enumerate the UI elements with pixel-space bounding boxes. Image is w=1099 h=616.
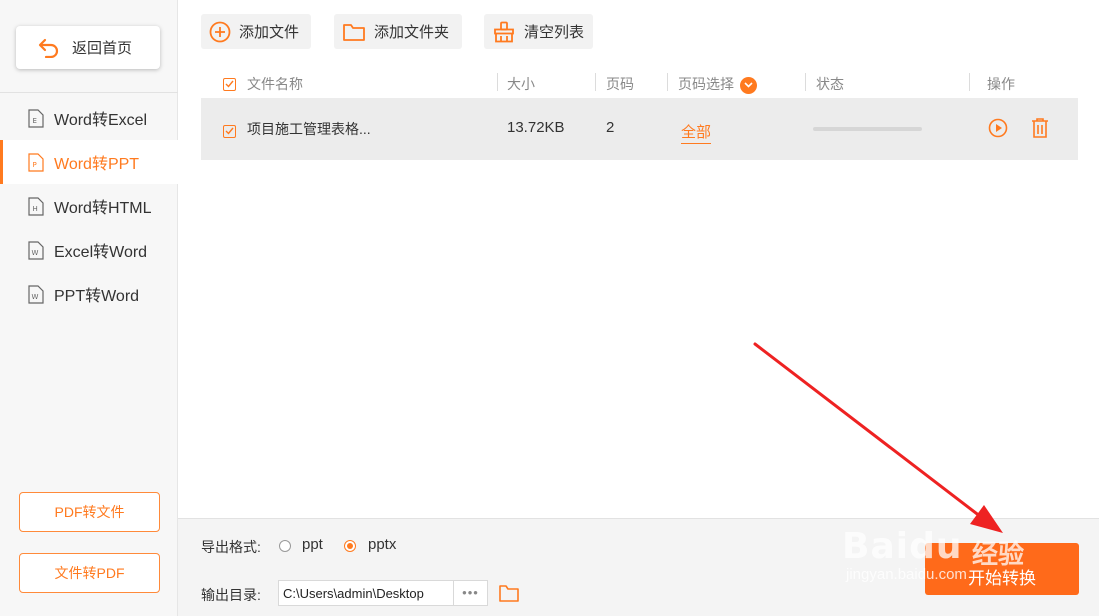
add-folder-label: 添加文件夹 — [374, 24, 450, 41]
header-page-select-label: 页码选择 — [678, 76, 734, 92]
svg-text:W: W — [32, 249, 39, 257]
sidebar-item-word-to-html[interactable]: H Word转HTML — [0, 184, 178, 228]
radio-ppt[interactable] — [279, 540, 291, 552]
table-row[interactable]: 项目施工管理表格... 13.72KB 2 全部 — [201, 98, 1078, 160]
header-divider — [497, 73, 498, 91]
start-convert-button[interactable]: 开始转换 — [925, 543, 1079, 595]
sidebar-item-label: Word转PPT — [54, 156, 140, 173]
check-icon — [225, 127, 234, 135]
file-table-header: 文件名称 大小 页码 页码选择 状态 操作 — [201, 66, 1078, 98]
sidebar-divider — [0, 92, 178, 93]
file-to-pdf-button[interactable]: 文件转PDF — [19, 553, 160, 593]
radio-pptx[interactable] — [344, 540, 356, 552]
check-icon — [225, 80, 234, 88]
open-folder-icon[interactable] — [498, 583, 520, 608]
svg-text:H: H — [33, 205, 38, 213]
output-path-field[interactable]: C:\Users\admin\Desktop — [278, 580, 454, 606]
export-format-label: 导出格式: — [201, 539, 261, 555]
sidebar-nav: E Word转Excel P Word转PPT H Word转HTML W Ex… — [0, 96, 178, 316]
sidebar-item-label: Excel转Word — [54, 244, 148, 261]
bottom-panel: 导出格式: ppt pptx 输出目录: C:\Users\admin\Desk… — [178, 518, 1099, 616]
svg-text:P: P — [33, 161, 37, 169]
clear-list-button[interactable]: 清空列表 — [484, 14, 593, 49]
row-file-name: 项目施工管理表格... — [247, 121, 371, 137]
back-home-button[interactable]: 返回首页 — [16, 26, 160, 69]
sidebar-item-label: PPT转Word — [54, 288, 140, 305]
broom-icon — [494, 21, 514, 42]
sidebar-item-label: Word转Excel — [54, 112, 148, 129]
row-file-size: 13.72KB — [507, 119, 565, 136]
row-checkbox[interactable] — [223, 122, 236, 139]
html-doc-icon: H — [28, 196, 44, 216]
sidebar-item-excel-to-word[interactable]: W Excel转Word — [0, 228, 178, 272]
header-divider — [667, 73, 668, 91]
radio-ppt-label[interactable]: ppt — [302, 536, 323, 553]
header-page-select: 页码选择 — [678, 74, 757, 94]
header-size: 大小 — [507, 76, 535, 92]
header-actions: 操作 — [987, 76, 1015, 92]
add-folder-button[interactable]: 添加文件夹 — [334, 14, 462, 49]
excel-doc-icon: E — [28, 108, 44, 128]
sidebar: 返回首页 E Word转Excel P Word转PPT H Word转HTML — [0, 0, 178, 616]
word-doc-icon: W — [28, 240, 44, 260]
return-arrow-icon — [38, 38, 59, 58]
radio-pptx-label[interactable]: pptx — [368, 536, 396, 553]
row-page-count: 2 — [606, 119, 615, 136]
header-file-name: 文件名称 — [247, 76, 303, 92]
sidebar-item-word-to-excel[interactable]: E Word转Excel — [0, 96, 178, 140]
row-progress-bar — [813, 127, 922, 131]
add-file-label: 添加文件 — [239, 24, 300, 41]
browse-dots-button[interactable]: ••• — [454, 580, 488, 606]
output-dir-label: 输出目录: — [201, 587, 261, 603]
header-pages: 页码 — [606, 76, 634, 92]
back-home-label: 返回首页 — [72, 40, 133, 57]
sidebar-item-label: Word转HTML — [54, 200, 152, 217]
trash-icon[interactable] — [1030, 117, 1050, 143]
ppt-doc-icon: P — [28, 152, 44, 172]
header-divider — [805, 73, 806, 91]
word-doc-icon: W — [28, 284, 44, 304]
chevron-down-icon[interactable] — [740, 76, 757, 94]
sidebar-item-ppt-to-word[interactable]: W PPT转Word — [0, 272, 178, 316]
plus-circle-icon — [209, 21, 231, 42]
folder-icon — [343, 23, 365, 41]
add-file-button[interactable]: 添加文件 — [201, 14, 311, 49]
header-status: 状态 — [816, 76, 844, 92]
header-divider — [595, 73, 596, 91]
header-divider — [969, 73, 970, 91]
clear-list-label: 清空列表 — [524, 24, 585, 41]
pdf-to-file-button[interactable]: PDF转文件 — [19, 492, 160, 532]
select-all-checkbox[interactable] — [223, 75, 236, 91]
sidebar-item-word-to-ppt[interactable]: P Word转PPT — [0, 140, 178, 184]
svg-text:E: E — [33, 117, 37, 125]
svg-text:W: W — [32, 293, 39, 301]
row-page-select-link[interactable]: 全部 — [681, 121, 712, 144]
play-icon[interactable] — [988, 118, 1008, 142]
